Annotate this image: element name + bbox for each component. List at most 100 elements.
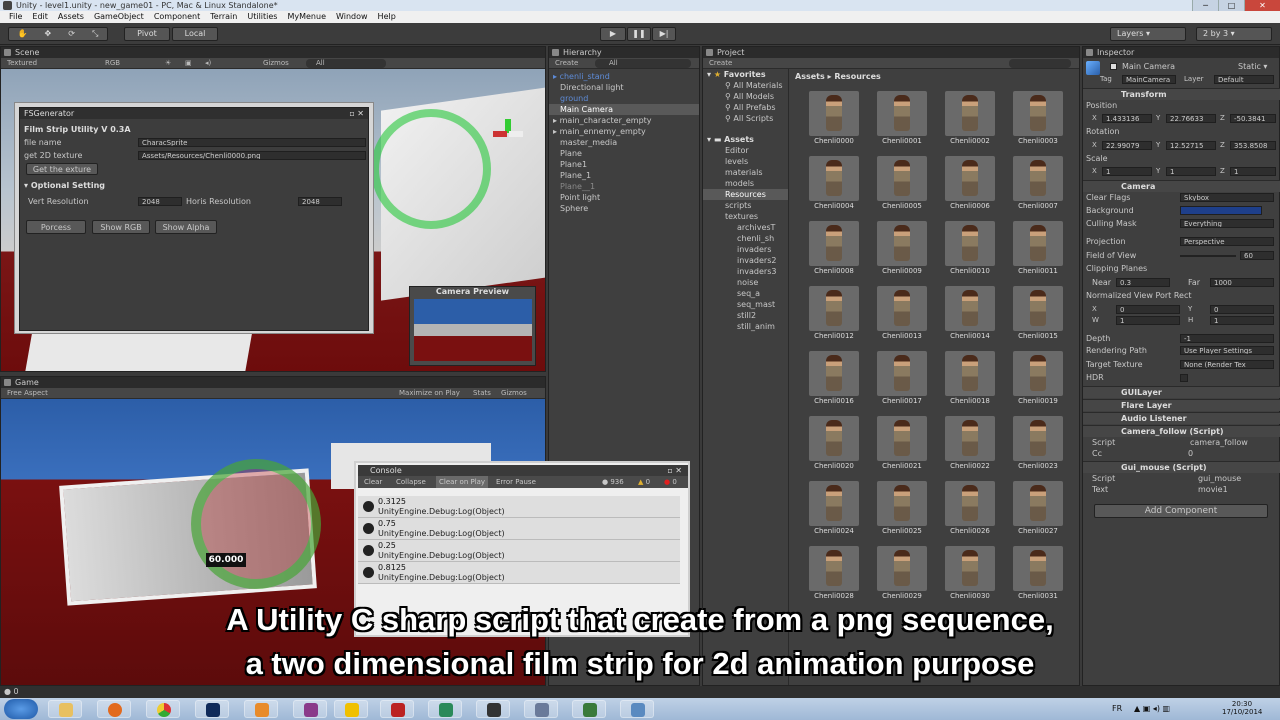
assets-header[interactable]: ▾ ▬ Assets [703,134,788,145]
sprite-thumbnail[interactable] [1013,286,1063,331]
script-field[interactable]: gui_mouse [1198,474,1241,483]
console-collapse-button[interactable]: Collapse [396,476,426,488]
sprite-thumbnail[interactable] [877,546,927,591]
step-button[interactable]: ▶| [652,27,676,41]
sprite-thumbnail[interactable] [877,156,927,201]
sprite-thumbnail[interactable] [945,221,995,266]
gui-mouse-header[interactable]: Gui_mouse (Script) [1083,461,1280,473]
sprite-thumbnail[interactable] [877,221,927,266]
hierarchy-item[interactable]: Plane__1 [549,181,699,192]
object-name[interactable]: Main Camera [1122,62,1175,71]
menu-mymenue[interactable]: MyMenue [282,11,331,23]
favorite-item[interactable]: ⚲ All Materials [703,80,788,91]
sun-icon[interactable]: ☀ [165,58,171,69]
menu-component[interactable]: Component [149,11,205,23]
sprite-thumbnail[interactable] [809,481,859,526]
console-log-row[interactable]: 0.25 UnityEngine.Debug:Log(Object) [358,540,680,562]
move-tool-icon[interactable]: ✥ [45,28,52,40]
hierarchy-item[interactable]: ▸ chenli_stand [549,71,699,82]
maximize-on-play-toggle[interactable]: Maximize on Play [399,388,460,399]
taskbar-app9[interactable] [428,700,462,718]
audio-icon[interactable]: ◂) [205,58,211,69]
console-clear-button[interactable]: Clear [364,476,382,488]
taskbar-unity[interactable] [476,700,510,718]
sprite-thumbnail[interactable] [945,156,995,201]
menu-gameobject[interactable]: GameObject [89,11,149,23]
hierarchy-item[interactable]: Plane1 [549,159,699,170]
menu-assets[interactable]: Assets [53,11,89,23]
taskbar-chrome[interactable] [146,700,180,718]
cc-field[interactable]: 0 [1188,449,1193,458]
hierarchy-create-dropdown[interactable]: Create [555,59,578,67]
sprite-thumbnail[interactable] [809,156,859,201]
tag-dropdown[interactable]: MainCamera [1122,75,1176,84]
background-color-field[interactable] [1180,206,1262,215]
hierarchy-item[interactable]: Plane_1 [549,170,699,181]
scale-z-field[interactable]: 1 [1230,167,1276,176]
rotation-x-field[interactable]: 22.99079 [1102,141,1152,150]
sprite-thumbnail[interactable] [877,286,927,331]
camera-component-header[interactable]: Camera [1083,180,1280,192]
vert-resolution-field[interactable]: 2048 [138,197,182,206]
sprite-thumbnail[interactable] [1013,481,1063,526]
rotate-tool-icon[interactable]: ⟳ [68,28,75,40]
transform-header[interactable]: Transform [1083,88,1280,100]
scale-y-field[interactable]: 1 [1166,167,1216,176]
scale-tool-icon[interactable]: ⤡ [92,28,98,40]
inspector-tab[interactable]: Inspector [1083,47,1279,58]
viewport-h-field[interactable]: 1 [1210,316,1274,325]
get-texture-button[interactable]: Get the exture [26,163,98,175]
folder-item[interactable]: seq_mast [703,299,788,310]
hierarchy-item[interactable]: ▸ main_character_empty [549,115,699,126]
minimize-icon[interactable]: ─ [1192,0,1218,11]
image-icon[interactable]: ▣ [185,58,192,69]
folder-item[interactable]: Editor [703,145,788,156]
depth-field[interactable]: -1 [1180,334,1274,343]
local-toggle[interactable]: Local [172,27,218,41]
game-tab[interactable]: Game [1,377,545,388]
rendering-path-dropdown[interactable]: Use Player Settings [1180,346,1274,355]
console-log-row[interactable]: 0.8125 UnityEngine.Debug:Log(Object) [358,562,680,584]
audio-listener-header[interactable]: Audio Listener [1083,412,1280,424]
menu-window[interactable]: Window [331,11,373,23]
folder-item[interactable]: materials [703,167,788,178]
error-pause-toggle[interactable]: Error Pause [496,476,536,488]
folder-item[interactable]: noise [703,277,788,288]
warning-count-badge[interactable]: ▲ 0 [638,476,650,488]
position-y-field[interactable]: 22.76633 [1166,114,1216,123]
favorite-item[interactable]: ⚲ All Scripts [703,113,788,124]
error-count-badge[interactable]: ● 0 [664,476,677,488]
optional-setting-toggle[interactable]: ▾ Optional Setting [24,180,105,191]
sprite-thumbnail[interactable] [809,91,859,136]
hierarchy-tab[interactable]: Hierarchy [549,47,699,58]
maximize-icon[interactable]: □ [1218,0,1244,11]
menu-edit[interactable]: Edit [27,11,53,23]
scene-tab[interactable]: Scene [1,47,545,58]
hierarchy-item[interactable]: Plane [549,148,699,159]
clock[interactable]: 20:30 17/10/2014 [1222,700,1262,716]
shading-dropdown[interactable]: Textured [7,59,37,67]
add-component-button[interactable]: Add Component [1094,504,1268,518]
taskbar-visualstudio[interactable] [380,700,414,718]
sprite-thumbnail[interactable] [809,416,859,461]
scene-gizmo-icon[interactable] [493,119,523,149]
sprite-thumbnail[interactable] [945,351,995,396]
folder-item[interactable]: invaders3 [703,266,788,277]
breadcrumb-root[interactable]: Assets [795,72,825,81]
pause-button[interactable]: ❚❚ [627,27,651,41]
play-button[interactable]: ▶ [600,27,626,41]
viewport-w-field[interactable]: 1 [1116,316,1180,325]
folder-item[interactable]: textures [703,211,788,222]
sprite-thumbnail[interactable] [945,481,995,526]
menu-file[interactable]: File [4,11,27,23]
console-log-row[interactable]: 0.75 UnityEngine.Debug:Log(Object) [358,518,680,540]
taskbar-media[interactable] [244,700,278,718]
folder-item[interactable]: levels [703,156,788,167]
folder-item[interactable]: chenli_sh [703,233,788,244]
sprite-thumbnail[interactable] [877,416,927,461]
project-create-dropdown[interactable]: Create [709,59,732,67]
gizmos-dropdown[interactable]: Gizmos [263,58,289,69]
viewport-x-field[interactable]: 0 [1116,305,1180,314]
sprite-thumbnail[interactable] [877,481,927,526]
close-icon[interactable]: ▫ ✕ [349,108,364,119]
